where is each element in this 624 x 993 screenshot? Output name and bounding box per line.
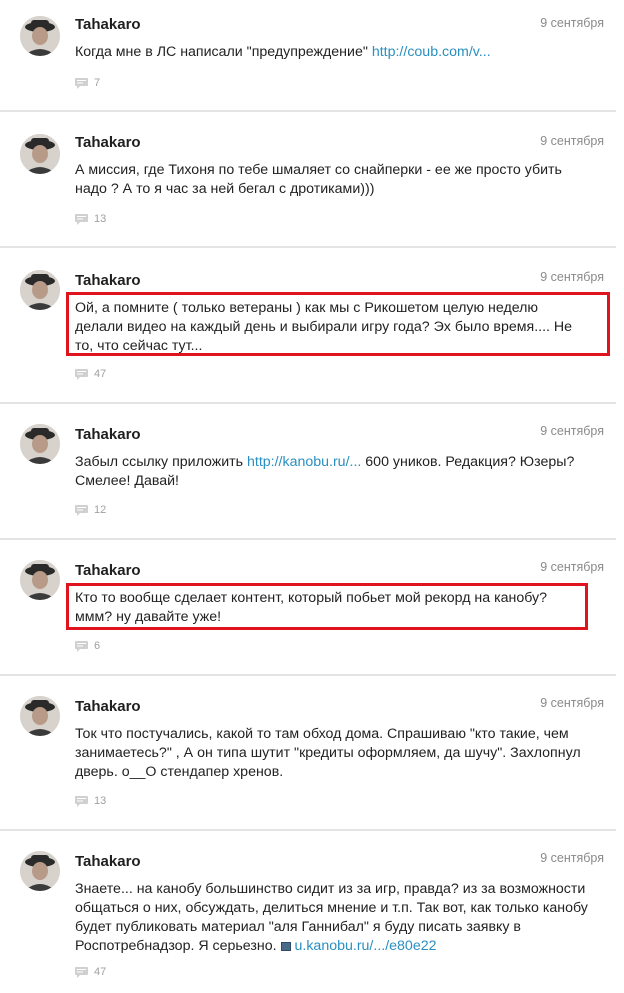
author-name[interactable]: Tahakaro [75, 698, 141, 715]
comments-counter[interactable]: 13 [75, 795, 106, 807]
divider [0, 829, 616, 831]
post-text-content: Когда мне в ЛС написали "предупреждение" [75, 44, 372, 60]
post-text: Ой, а помните ( только ветераны ) как мы… [75, 300, 573, 354]
post-text-before: Забыл ссылку приложить [75, 454, 247, 470]
post-text: Ток что постучались, какой то там обход … [75, 726, 581, 780]
post-text: А миссия, где Тихоня по тебе шмаляет со … [75, 162, 562, 197]
feed: Tahakaro 9 сентября Когда мне в ЛС напис… [0, 0, 624, 993]
post-text: Забыл ссылку приложить http://kanobu.ru/… [75, 453, 590, 491]
post-link[interactable]: u.kanobu.ru/.../e80e22 [295, 938, 437, 954]
post-date[interactable]: 9 сентября [540, 424, 604, 438]
post-text: Знаете... на канобу большинство сидит из… [75, 880, 590, 956]
avatar[interactable] [20, 696, 60, 736]
comments-count: 13 [94, 795, 107, 807]
author-name[interactable]: Tahakaro [75, 426, 141, 443]
post-link[interactable]: http://coub.com/v... [372, 44, 491, 60]
comment-icon [75, 368, 88, 380]
divider [0, 538, 616, 540]
avatar[interactable] [20, 851, 60, 891]
divider [0, 402, 616, 404]
author-name[interactable]: Tahakaro [75, 272, 141, 289]
avatar[interactable] [20, 560, 60, 600]
avatar[interactable] [20, 424, 60, 464]
avatar[interactable] [20, 16, 60, 56]
author-name[interactable]: Tahakaro [75, 853, 141, 870]
post-text: Кто то вообще сделает контент, который п… [75, 590, 548, 625]
divider [0, 674, 616, 676]
post-date[interactable]: 9 сентября [540, 270, 604, 284]
comments-counter[interactable]: 12 [75, 504, 106, 516]
comment-icon [75, 966, 88, 978]
avatar[interactable] [20, 134, 60, 174]
post-date[interactable]: 9 сентября [540, 134, 604, 148]
external-link-icon [280, 942, 291, 951]
post-date[interactable]: 9 сентября [540, 16, 604, 30]
comments-count: 7 [94, 77, 101, 89]
comments-count: 47 [94, 368, 107, 380]
author-name[interactable]: Tahakaro [75, 16, 141, 33]
divider [0, 110, 616, 112]
comments-counter[interactable]: 7 [75, 77, 100, 89]
comment-icon [75, 795, 88, 807]
comments-count: 47 [94, 966, 107, 978]
comment-icon [75, 640, 88, 652]
divider [0, 246, 616, 248]
post-date[interactable]: 9 сентября [540, 696, 604, 710]
comments-counter[interactable]: 13 [75, 213, 106, 225]
author-name[interactable]: Tahakaro [75, 134, 141, 151]
post-text: Когда мне в ЛС написали "предупреждение"… [75, 43, 590, 62]
comment-icon [75, 504, 88, 516]
comments-count: 6 [94, 640, 101, 652]
post-link[interactable]: http://kanobu.ru/... [247, 454, 361, 470]
comment-icon [75, 77, 88, 89]
comments-counter[interactable]: 47 [75, 368, 106, 380]
comment-icon [75, 213, 88, 225]
comments-count: 12 [94, 504, 107, 516]
author-name[interactable]: Tahakaro [75, 562, 141, 579]
post-date[interactable]: 9 сентября [540, 560, 604, 574]
comments-counter[interactable]: 6 [75, 640, 100, 652]
post-date[interactable]: 9 сентября [540, 851, 604, 865]
avatar[interactable] [20, 270, 60, 310]
comments-count: 13 [94, 213, 107, 225]
comments-counter[interactable]: 47 [75, 966, 106, 978]
